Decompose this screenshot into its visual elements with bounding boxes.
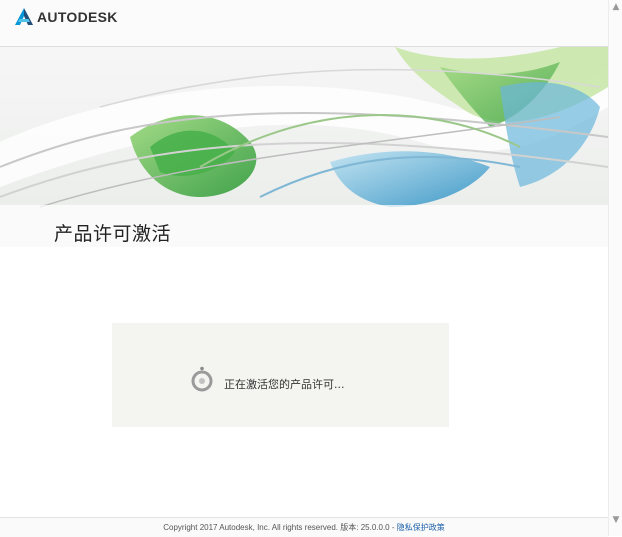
scroll-up-icon[interactable]: ▲	[612, 3, 620, 12]
autodesk-logo: AUTODESK	[15, 8, 118, 25]
autodesk-logo-icon	[15, 8, 33, 25]
logo-text: AUTODESK	[37, 8, 118, 25]
page-title: 产品许可激活	[54, 223, 172, 245]
activation-page: AUTODESK 产品许可激活 正在激活您的产品许可...	[0, 0, 608, 536]
footer: Copyright 2017 Autodesk, Inc. All rights…	[0, 517, 608, 537]
activation-status-box: 正在激活您的产品许可...	[112, 323, 449, 427]
version-label: 版本:	[340, 523, 359, 532]
spinner-icon	[191, 366, 213, 392]
status-message: 正在激活您的产品许可...	[224, 378, 345, 391]
banner-image	[0, 47, 608, 247]
copyright-text: Copyright 2017 Autodesk, Inc. All rights…	[163, 523, 338, 532]
header-bar: AUTODESK	[0, 0, 608, 47]
version-text: 25.0.0.0 -	[360, 523, 395, 532]
vertical-scrollbar[interactable]: ▲ ▼	[608, 0, 622, 536]
scroll-down-icon[interactable]: ▼	[612, 516, 620, 525]
privacy-policy-link[interactable]: 隐私保护政策	[397, 523, 445, 532]
